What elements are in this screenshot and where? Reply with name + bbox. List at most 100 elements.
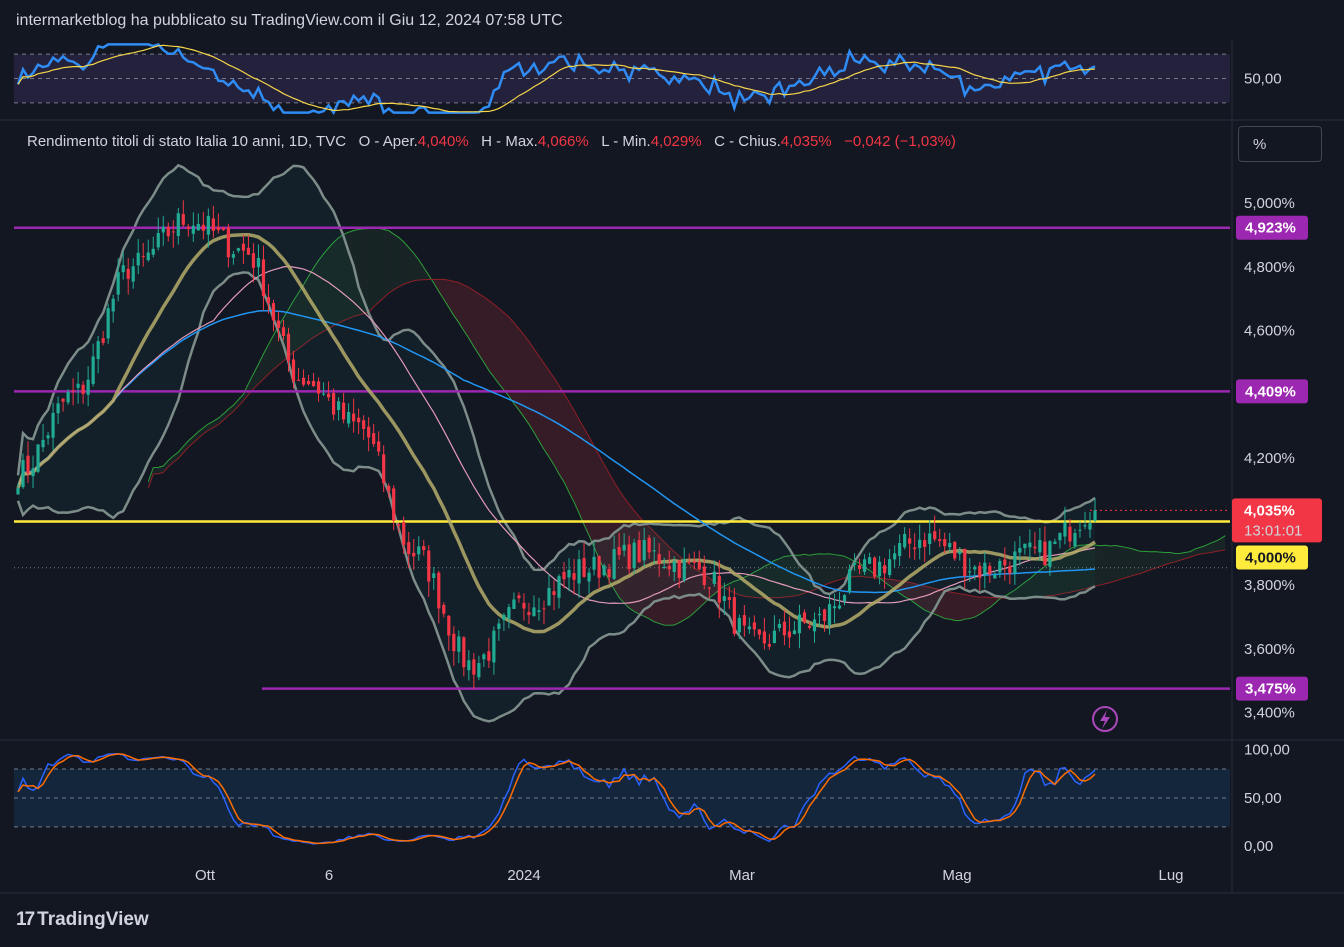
candle-body (777, 623, 782, 628)
candle-body (667, 565, 671, 570)
candle-body (762, 631, 766, 644)
price-tick-label: 4,800% (1244, 259, 1295, 276)
candle-body (472, 659, 476, 675)
cloud-segment (448, 280, 454, 316)
candle-body (737, 618, 741, 633)
candle-body (432, 573, 436, 578)
candle-body (923, 540, 927, 548)
cloud-segment (383, 229, 389, 298)
cloud-segment (579, 419, 585, 525)
cloud-segment (233, 399, 239, 412)
time-tick-label: Ott (195, 867, 216, 884)
candle-body (136, 252, 140, 266)
candle-body (397, 524, 401, 526)
candle-body (336, 401, 341, 411)
candle-body (597, 555, 601, 578)
tradingview-logo[interactable]: 17 TradingView (16, 909, 149, 931)
candle-body (687, 561, 691, 563)
candle-body (572, 573, 576, 580)
candle-body (382, 454, 386, 484)
candle-body (91, 356, 95, 384)
candle-body (342, 402, 346, 420)
candle-body (537, 610, 541, 612)
stoch-tick-label: 100,00 (1244, 742, 1290, 759)
cloud-segment (584, 428, 590, 536)
candle-body (577, 559, 581, 584)
candle-body (502, 614, 506, 620)
cloud-segment (153, 467, 159, 475)
candle-body (1013, 551, 1017, 574)
candle-body (402, 521, 406, 545)
candle-body (702, 566, 706, 586)
candle-body (1058, 532, 1062, 541)
candle-body (101, 338, 105, 343)
candle-body (467, 660, 471, 671)
candle-body (1073, 533, 1077, 547)
candle-body (16, 488, 20, 495)
candle-body (1003, 559, 1007, 566)
candle-body (331, 393, 336, 415)
candle-body (352, 413, 356, 422)
candle-body (447, 615, 451, 636)
candle-body (953, 541, 957, 559)
candle-body (151, 248, 155, 255)
candle-body (757, 629, 761, 635)
candle-body (236, 248, 241, 251)
level-price-tag-label: 4,923% (1245, 220, 1296, 237)
candle-body (732, 597, 736, 634)
candle-body (527, 612, 531, 616)
candle-body (156, 233, 160, 248)
candle-body (672, 561, 676, 573)
candle-body (842, 595, 847, 602)
candle-body (1028, 542, 1032, 548)
price-tick-label: 3,800% (1244, 577, 1295, 594)
candle-body (627, 544, 631, 570)
cloud-segment (163, 460, 169, 473)
candle-body (812, 619, 817, 632)
open-value: 4,040% (417, 133, 469, 150)
cloud-segment (1170, 552, 1176, 564)
candle-body (116, 272, 120, 295)
candle-body (492, 630, 496, 663)
cloud-segment (533, 348, 539, 441)
candle-body (867, 557, 872, 564)
candle-body (281, 327, 286, 336)
candle-body (271, 303, 276, 321)
candle-body (36, 444, 40, 472)
candle-body (326, 393, 331, 398)
candle-body (943, 539, 947, 547)
candle-body (422, 546, 426, 551)
cloud-segment (373, 228, 379, 307)
percent-scale-button[interactable]: % (1238, 126, 1322, 162)
candle-body (998, 560, 1002, 573)
candle-body (377, 441, 381, 452)
candle-body (547, 588, 551, 606)
candle-body (1038, 540, 1042, 553)
candle-body (938, 539, 942, 542)
cloud-segment (559, 385, 565, 482)
rsi-panel (14, 42, 1230, 116)
time-axis: Ott 6 2024 Mar Mag Lug (195, 867, 1184, 884)
candle-body (121, 265, 125, 273)
candle-body (592, 556, 596, 570)
candle-body (291, 359, 296, 382)
cloud-segment (183, 440, 189, 453)
candle-body (191, 225, 195, 234)
candle-body (707, 587, 711, 589)
symbol-legend: Rendimento titoli di stato Italia 10 ann… (27, 133, 956, 150)
candle-body (727, 597, 731, 600)
candle-body (542, 608, 546, 610)
candle-body (682, 559, 686, 581)
candle-body (1068, 526, 1072, 542)
candle-body (782, 621, 787, 636)
candle-body (41, 439, 45, 448)
cloud-segment (589, 436, 595, 548)
candle-body (888, 559, 892, 576)
candle-body (652, 550, 656, 552)
cloud-segment (824, 553, 830, 586)
candle-body (367, 426, 371, 438)
candle-body (482, 654, 486, 660)
candle-body (1048, 541, 1052, 567)
candle-body (216, 226, 220, 231)
candle-body (717, 575, 721, 603)
